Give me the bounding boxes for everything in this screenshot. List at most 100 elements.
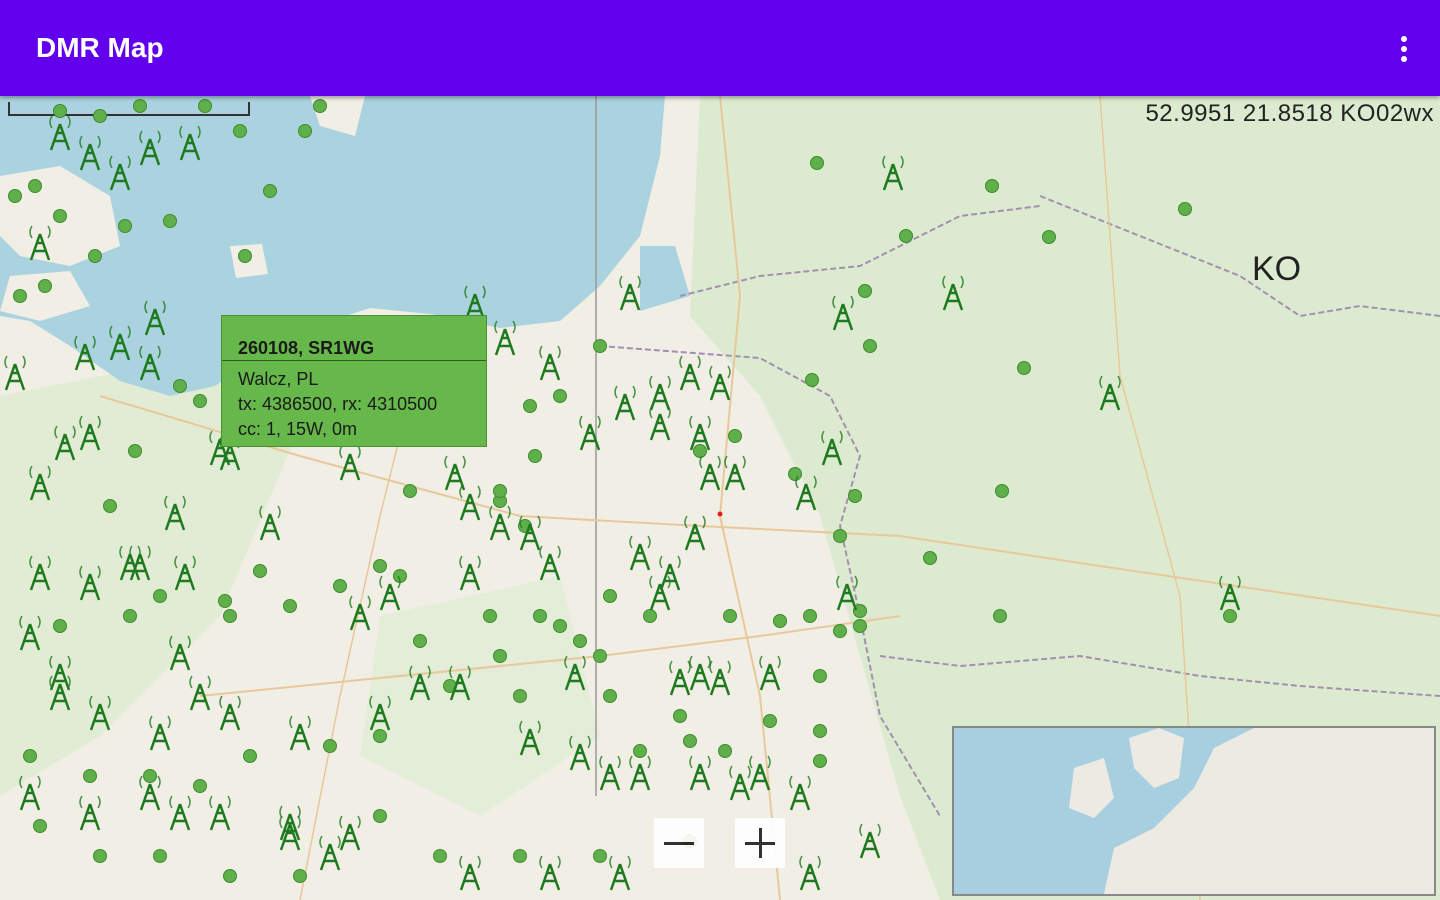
repeater-dot-marker[interactable] [83,769,97,783]
repeater-tower-icon[interactable] [459,855,481,891]
repeater-tower-icon[interactable] [699,455,721,491]
repeater-tower-icon[interactable] [169,795,191,831]
repeater-dot-marker[interactable] [723,609,737,623]
repeater-dot-marker[interactable] [593,339,607,353]
repeater-tower-icon[interactable] [169,635,191,671]
repeater-dot-marker[interactable] [28,179,42,193]
repeater-tower-icon[interactable] [799,855,821,891]
repeater-dot-marker[interactable] [1223,609,1237,623]
repeater-dot-marker[interactable] [223,609,237,623]
repeater-tower-icon[interactable] [539,545,561,581]
repeater-dot-marker[interactable] [593,849,607,863]
repeater-dot-marker[interactable] [173,379,187,393]
repeater-dot-marker[interactable] [853,619,867,633]
repeater-dot-marker[interactable] [728,429,742,443]
repeater-tower-icon[interactable] [942,275,964,311]
repeater-dot-marker[interactable] [8,189,22,203]
repeater-dot-marker[interactable] [118,219,132,233]
repeater-tower-icon[interactable] [139,345,161,381]
repeater-tower-icon[interactable] [19,775,41,811]
repeater-dot-marker[interactable] [683,734,697,748]
repeater-tower-icon[interactable] [859,823,881,859]
repeater-tower-icon[interactable] [494,320,516,356]
repeater-tower-icon[interactable] [349,595,371,631]
repeater-tower-icon[interactable] [564,655,586,691]
repeater-dot-marker[interactable] [123,609,137,623]
repeater-dot-marker[interactable] [23,749,37,763]
repeater-dot-marker[interactable] [243,749,257,763]
repeater-tower-icon[interactable] [689,755,711,791]
repeater-tower-icon[interactable] [279,805,301,841]
repeater-tower-icon[interactable] [709,365,731,401]
repeater-tower-icon[interactable] [109,155,131,191]
repeater-tower-icon[interactable] [109,325,131,361]
repeater-dot-marker[interactable] [143,769,157,783]
repeater-dot-marker[interactable] [803,609,817,623]
repeater-dot-marker[interactable] [603,689,617,703]
repeater-tower-icon[interactable] [4,355,26,391]
repeater-dot-marker[interactable] [805,373,819,387]
map-view[interactable]: 52.9951 21.8518 KO02wx KO 260108, SR1WG … [0,96,1440,900]
repeater-tower-icon[interactable] [29,465,51,501]
repeater-dot-marker[interactable] [899,229,913,243]
repeater-dot-marker[interactable] [773,614,787,628]
repeater-dot-marker[interactable] [313,99,327,113]
repeater-dot-marker[interactable] [218,594,232,608]
repeater-dot-marker[interactable] [643,609,657,623]
repeater-tower-icon[interactable] [19,615,41,651]
repeater-dot-marker[interactable] [833,624,847,638]
repeater-dot-marker[interactable] [133,99,147,113]
repeater-dot-marker[interactable] [573,634,587,648]
repeater-dot-marker[interactable] [283,599,297,613]
repeater-dot-marker[interactable] [513,689,527,703]
repeater-dot-marker[interactable] [788,467,802,481]
repeater-tower-icon[interactable] [219,695,241,731]
repeater-tower-icon[interactable] [539,855,561,891]
repeater-tower-icon[interactable] [79,415,101,451]
repeater-dot-marker[interactable] [633,744,647,758]
repeater-tower-icon[interactable] [29,225,51,261]
repeater-dot-marker[interactable] [153,849,167,863]
repeater-tower-icon[interactable] [669,660,691,696]
repeater-dot-marker[interactable] [528,449,542,463]
repeater-dot-marker[interactable] [513,849,527,863]
repeater-tower-icon[interactable] [709,660,731,696]
repeater-dot-marker[interactable] [813,669,827,683]
repeater-dot-marker[interactable] [373,809,387,823]
repeater-dot-marker[interactable] [413,634,427,648]
repeater-dot-marker[interactable] [33,819,47,833]
repeater-dot-marker[interactable] [553,389,567,403]
repeater-tower-icon[interactable] [149,715,171,751]
repeater-dot-marker[interactable] [763,714,777,728]
repeater-dot-marker[interactable] [923,551,937,565]
repeater-dot-marker[interactable] [13,289,27,303]
overview-map[interactable] [952,726,1436,896]
repeater-tower-icon[interactable] [444,455,466,491]
repeater-tower-icon[interactable] [79,565,101,601]
repeater-dot-marker[interactable] [103,499,117,513]
repeater-tower-icon[interactable] [1219,575,1241,611]
repeater-tower-icon[interactable] [189,675,211,711]
repeater-dot-marker[interactable] [858,284,872,298]
repeater-tower-icon[interactable] [836,575,858,611]
repeater-popup[interactable]: 260108, SR1WG Walcz, PL tx: 4386500, rx:… [221,315,487,447]
repeater-tower-icon[interactable] [49,115,71,151]
repeater-dot-marker[interactable] [693,444,707,458]
repeater-tower-icon[interactable] [679,355,701,391]
repeater-tower-icon[interactable] [29,555,51,591]
repeater-tower-icon[interactable] [459,555,481,591]
repeater-dot-marker[interactable] [848,489,862,503]
repeater-tower-icon[interactable] [749,755,771,791]
repeater-dot-marker[interactable] [263,184,277,198]
repeater-tower-icon[interactable] [629,535,651,571]
repeater-tower-icon[interactable] [489,505,511,541]
repeater-tower-icon[interactable] [519,720,541,756]
repeater-tower-icon[interactable] [459,485,481,521]
repeater-dot-marker[interactable] [373,729,387,743]
repeater-dot-marker[interactable] [323,739,337,753]
repeater-dot-marker[interactable] [603,589,617,603]
repeater-dot-marker[interactable] [53,209,67,223]
repeater-tower-icon[interactable] [579,415,601,451]
repeater-tower-icon[interactable] [619,275,641,311]
repeater-tower-icon[interactable] [289,715,311,751]
